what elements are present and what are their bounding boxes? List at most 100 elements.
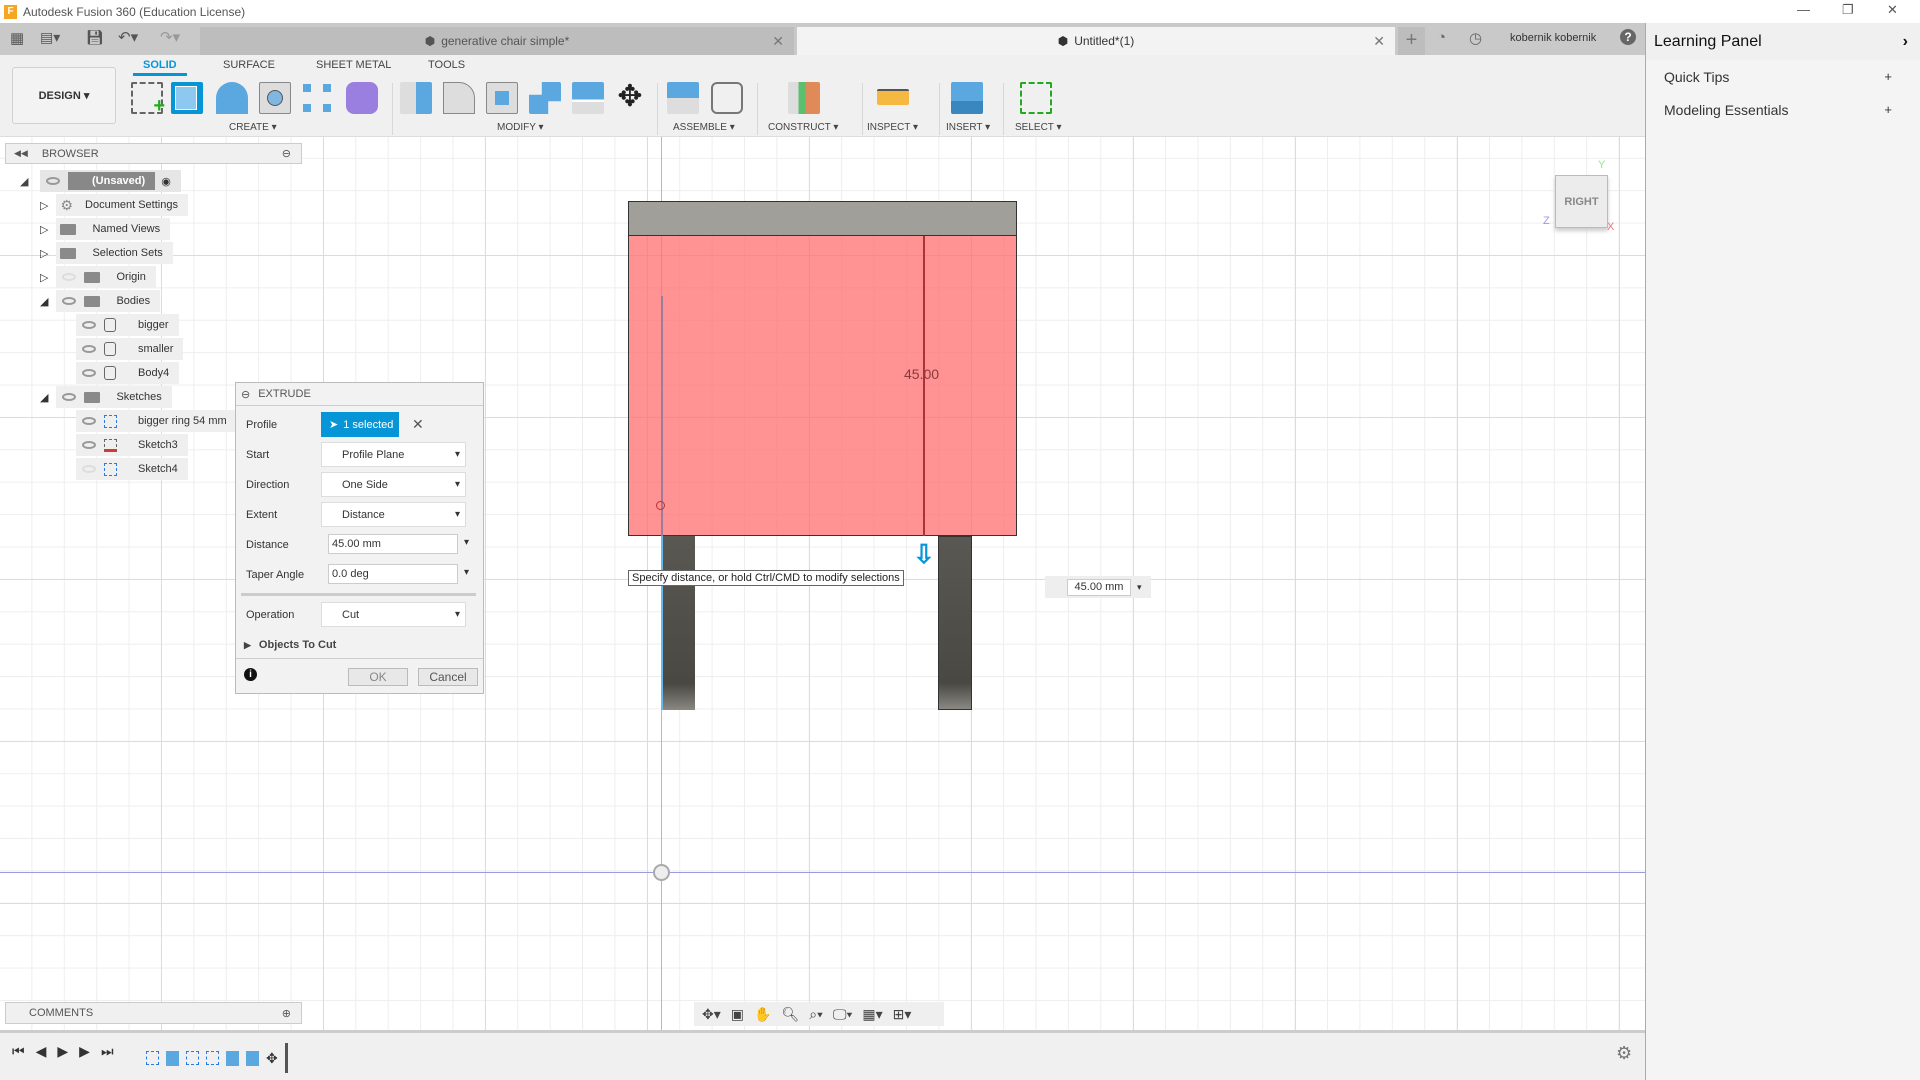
tree-item-sketch[interactable]: Sketch3 [76,434,188,456]
chevron-down-icon[interactable]: ▾ [1137,582,1142,593]
viewcube[interactable]: RIGHT [1555,175,1608,228]
tree-item-origin[interactable]: ▷ Origin [40,266,156,288]
timeline-extrude-icon[interactable] [226,1050,239,1066]
help-icon[interactable]: ? [1620,29,1636,45]
modify-menu[interactable]: MODIFY ▾ [497,122,544,133]
go-to-end-icon[interactable]: ⏭ [101,1043,114,1060]
hole-icon[interactable] [259,82,291,114]
step-forward-icon[interactable]: ▶ [79,1043,90,1060]
close-window-icon[interactable]: ✕ [1887,2,1898,18]
close-tab-icon[interactable]: ✕ [772,33,784,50]
minus-circle-icon[interactable]: ⊖ [282,147,291,160]
tab-generative-chair[interactable]: ⬢ generative chair simple* ✕ [200,27,794,55]
tree-item-body[interactable]: Body4 [76,362,180,384]
tree-item-sketches[interactable]: ◢ Sketches [40,386,172,408]
display-settings-icon[interactable]: 🖵▾ [833,1006,852,1023]
expand-triangle-icon[interactable]: ▷ [40,199,48,212]
create-sketch-icon[interactable]: + [131,82,165,117]
construct-menu[interactable]: CONSTRUCT ▾ [768,122,838,133]
expand-triangle-icon[interactable]: ▷ [40,247,48,260]
tab-solid[interactable]: SOLID [133,59,187,76]
apps-grid-icon[interactable]: ▦ [10,29,24,47]
eye-icon[interactable] [62,297,77,305]
tree-item-sketch[interactable]: Sketch4 [76,458,188,480]
shell-icon[interactable] [486,82,518,114]
clear-selection-icon[interactable]: ✕ [412,416,424,433]
chevron-down-icon[interactable]: ▾ [464,567,469,578]
distance-field[interactable]: 45.00 mm [328,534,458,554]
taper-angle-field[interactable]: 0.0 deg [328,564,458,584]
expand-triangle-icon[interactable]: ▶ [244,640,251,650]
insert-menu[interactable]: INSERT ▾ [946,122,990,133]
extensions-icon[interactable]: ◔ [1437,29,1446,46]
pattern-icon[interactable] [301,82,333,114]
revolve-icon[interactable] [216,82,248,114]
joint-icon[interactable] [711,82,743,114]
learning-item-modeling-essentials[interactable]: Modeling Essentials + [1646,93,1920,126]
chair-leg-left[interactable] [661,536,695,710]
file-menu-icon[interactable]: ▤▾ [40,29,60,46]
chevron-down-icon[interactable]: ▾ [464,537,469,548]
job-status-icon[interactable]: ◷ [1469,29,1482,47]
create-form-icon[interactable] [346,82,378,114]
tree-item-body[interactable]: smaller [76,338,184,360]
expand-plus-icon[interactable]: + [1884,102,1892,117]
save-icon[interactable]: 💾︎ [86,29,104,46]
tab-untitled[interactable]: ⬢ Untitled*(1) ✕ [797,27,1395,55]
start-dropdown[interactable]: Profile Plane [321,442,466,467]
profile-selection-button[interactable]: ➤ 1 selected [321,412,399,437]
eye-icon[interactable] [82,345,96,353]
tree-root[interactable]: ◢ (Unsaved) ◉ [20,170,181,192]
workspace-switcher[interactable]: DESIGN ▾ [12,67,116,124]
tab-surface[interactable]: SURFACE [223,59,275,71]
collapse-triangle-icon[interactable]: ◢ [40,295,48,308]
grid-icon[interactable]: ▦▾ [862,1006,882,1023]
expand-triangle-icon[interactable]: ▷ [40,271,48,284]
direction-dropdown[interactable]: One Side [321,472,466,497]
timeline-sketch-icon[interactable] [186,1051,199,1065]
expand-plus-icon[interactable]: + [1884,69,1892,84]
press-pull-icon[interactable] [400,82,432,114]
extrude-icon[interactable] [171,82,203,114]
move-copy-icon[interactable]: ✥ [614,82,646,114]
distance-input-widget[interactable]: 45.00 mm ▾ [1045,576,1151,598]
extrude-profile-preview[interactable]: 45.00 [628,235,1017,536]
look-at-icon[interactable]: ▣ [731,1006,744,1023]
collapse-triangle-icon[interactable]: ◢ [20,175,28,188]
close-tab-icon[interactable]: ✕ [1373,33,1385,50]
new-tab-button[interactable]: + [1398,27,1425,55]
eye-icon[interactable] [82,441,96,449]
extrude-header[interactable]: ⊖ EXTRUDE [236,383,483,406]
tab-sheet-metal[interactable]: SHEET METAL [316,59,391,71]
fillet-icon[interactable] [443,82,475,114]
insert-image-icon[interactable] [951,82,983,114]
user-name[interactable]: kobernik kobernik [1510,32,1596,44]
timeline-sketch-icon[interactable] [206,1051,219,1065]
combine-icon[interactable] [529,82,561,114]
eye-hidden-icon[interactable] [82,465,96,473]
tab-tools[interactable]: TOOLS [428,59,465,71]
operation-dropdown[interactable]: Cut [321,602,466,627]
inspect-menu[interactable]: INSPECT ▾ [867,122,918,133]
tree-item-named-views[interactable]: ▷ Named Views [40,218,171,240]
offset-plane-icon[interactable] [788,82,820,114]
collapse-browser-icon[interactable]: ◀◀ [14,148,28,159]
undo-icon[interactable]: ↶▾ [118,28,138,46]
select-menu[interactable]: SELECT ▾ [1015,122,1062,133]
eye-icon[interactable] [82,321,96,329]
play-icon[interactable]: ▶ [57,1043,68,1060]
go-to-start-icon[interactable]: ⏮ [12,1043,25,1060]
chevron-right-icon[interactable]: › [1903,33,1908,51]
step-back-icon[interactable]: ◀ [36,1043,47,1060]
minimize-icon[interactable]: — [1797,2,1810,17]
timeline-extrude-icon[interactable] [246,1050,259,1066]
eye-hidden-icon[interactable] [62,273,77,281]
learning-item-quick-tips[interactable]: Quick Tips + [1646,60,1920,93]
tree-item-bodies[interactable]: ◢ Bodies [40,290,161,312]
eye-icon[interactable] [82,417,96,425]
cancel-button[interactable]: Cancel [418,668,478,686]
tree-item-sketch[interactable]: bigger ring 54 mm [76,410,237,432]
collapse-triangle-icon[interactable]: ◢ [40,391,48,404]
timeline-move-icon[interactable]: ✥ [266,1050,278,1067]
activate-radio-icon[interactable]: ◉ [161,175,171,188]
